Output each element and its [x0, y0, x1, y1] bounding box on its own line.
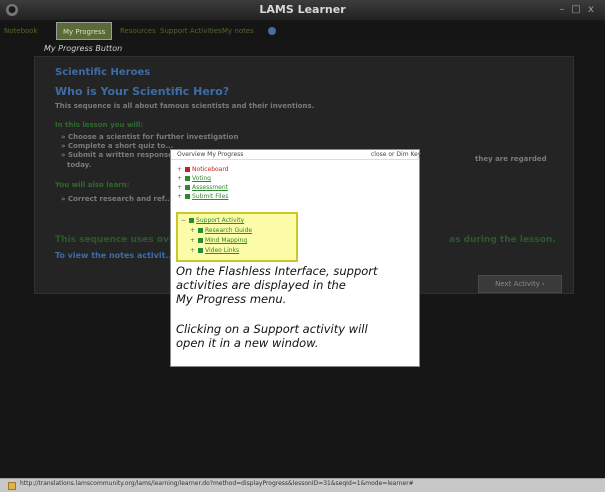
support-child-item[interactable]: + Research Guide	[190, 227, 252, 234]
support-activity-highlight: − Support Activity + Research Guide + Mind …	[176, 212, 298, 262]
list-item: » Complete a short quiz to...	[61, 142, 174, 150]
overlay-close-link[interactable]: close or Dim Key	[371, 151, 421, 158]
tab-support-activities[interactable]: Support Activities	[160, 22, 222, 40]
caption-line: On the Flashless Interface, support	[176, 264, 378, 278]
page-icon	[8, 482, 16, 490]
caption-line: open it in a new window.	[176, 336, 319, 350]
title-bar: ● LAMS Learner – □ x	[0, 0, 605, 20]
next-activity-button[interactable]: Next Activity ›	[478, 275, 562, 293]
activity-icon	[198, 238, 204, 243]
minimize-icon[interactable]: –	[556, 4, 568, 16]
view-notes-link[interactable]: To view the notes activit...	[55, 251, 175, 260]
tab-my-notes[interactable]: My notes	[222, 22, 254, 40]
progress-tree-item[interactable]: + Assessment	[177, 184, 228, 191]
overlay-header: Overview My Progress close or Dim Key	[171, 150, 421, 160]
lesson-intro: This sequence is all about famous scient…	[55, 102, 315, 110]
completed-activity-icon	[185, 176, 191, 181]
caption-line: Clicking on a Support activity will	[176, 322, 368, 336]
list-item: » Submit a written response...	[61, 151, 181, 159]
expander-icon: +	[190, 227, 196, 234]
support-activity-item[interactable]: − Support Activity	[181, 217, 244, 224]
progress-tree-item[interactable]: + Voting	[177, 175, 211, 182]
close-icon[interactable]: x	[585, 4, 597, 16]
list-item-tail: they are regarded	[475, 155, 547, 163]
progress-tree-item[interactable]: + Submit Files	[177, 193, 228, 200]
tab-notebook[interactable]: Notebook	[4, 22, 38, 40]
window-title: LAMS Learner	[259, 3, 346, 16]
tab-resources[interactable]: Resources	[120, 22, 156, 40]
expander-icon: +	[190, 247, 196, 254]
expander-icon: +	[190, 237, 196, 244]
support-activity-icon	[189, 218, 195, 223]
sequence-note: This sequence uses over...	[55, 235, 189, 245]
overlay-breadcrumb: Overview My Progress	[177, 151, 244, 158]
help-overlay: Overview My Progress close or Dim Key + N…	[170, 149, 421, 367]
expander-icon: +	[177, 175, 183, 182]
support-child-item[interactable]: + Mind Mapping	[190, 237, 247, 244]
expander-icon: +	[177, 193, 183, 200]
lams-learner-window: ● LAMS Learner – □ x Notebook My Progres…	[0, 0, 605, 492]
completed-activity-icon	[185, 185, 191, 190]
tab-bar: Notebook My Progress Resources Support A…	[0, 22, 605, 42]
list-item: » Correct research and ref...	[61, 195, 173, 203]
globe-icon[interactable]	[268, 27, 276, 35]
support-child-item[interactable]: + Video Links	[190, 247, 239, 254]
activity-icon	[198, 228, 204, 233]
caption-line: My Progress menu.	[176, 292, 287, 306]
expander-icon: +	[177, 184, 183, 191]
progress-tree-item[interactable]: + Noticeboard	[177, 166, 229, 173]
panel-title: My Progress Button	[44, 44, 123, 53]
list-heading: In this lesson you will:	[55, 121, 144, 129]
lesson-title: Scientific Heroes	[55, 67, 151, 78]
activity-icon	[198, 248, 204, 253]
caption-line: activities are displayed in the	[176, 278, 346, 292]
status-bar: http://translations.lamscommunity.org/la…	[0, 478, 605, 492]
current-activity-icon	[185, 167, 191, 172]
list-item: » Choose a scientist for further investi…	[61, 133, 239, 141]
completed-activity-icon	[185, 194, 191, 199]
sequence-note-tail: as during the lesson.	[449, 235, 556, 245]
status-url: http://translations.lamscommunity.org/la…	[20, 480, 414, 487]
lesson-heading: Who is Your Scientific Hero?	[55, 85, 230, 98]
tab-my-progress[interactable]: My Progress	[56, 22, 113, 40]
maximize-icon[interactable]: □	[570, 4, 582, 16]
second-heading: You will also learn:	[55, 181, 130, 189]
list-item-tail: today.	[67, 161, 92, 169]
expander-icon: −	[181, 217, 187, 224]
expander-icon: +	[177, 166, 183, 173]
